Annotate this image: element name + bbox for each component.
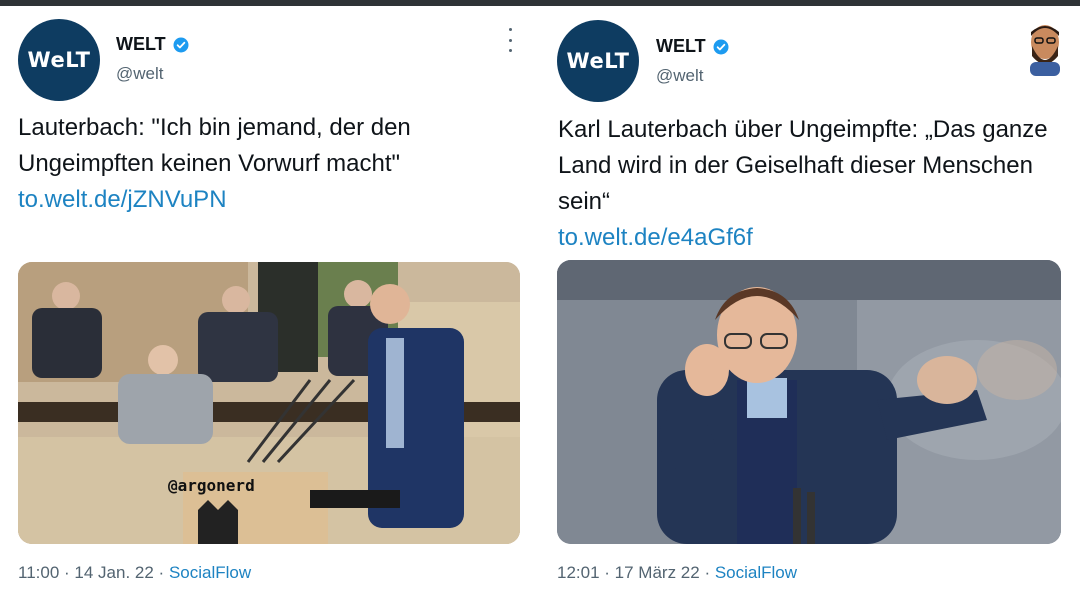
tweet-card[interactable]: WeLT WELT @welt Lauterbach: "Ich bin jem… <box>0 6 540 590</box>
tweet-link[interactable]: to.welt.de/jZNVuPN <box>18 182 523 218</box>
avatar-logo-text: WeLT <box>27 48 91 72</box>
author-handle[interactable]: @welt <box>116 64 164 84</box>
tweet-text: Karl Lauterbach über Ungeimpfte: „Das ga… <box>558 112 1063 256</box>
verified-badge-icon <box>173 37 189 52</box>
meta-separator: · <box>704 563 715 582</box>
user-avatar-icon[interactable] <box>1022 20 1068 76</box>
photo-gesturing-speaker <box>557 260 1061 544</box>
tweet-body: Karl Lauterbach über Ungeimpfte: „Das ga… <box>558 116 1048 215</box>
tweet-date[interactable]: 17 März 22 <box>615 563 700 582</box>
tweet-body: Lauterbach: "Ich bin jemand, der den Ung… <box>18 114 411 177</box>
author-name[interactable]: WELT <box>116 34 166 55</box>
tweet-text: Lauterbach: "Ich bin jemand, der den Ung… <box>18 110 523 218</box>
tweet-image[interactable] <box>557 260 1061 544</box>
tweet-link[interactable]: to.welt.de/e4aGf6f <box>558 220 1063 256</box>
tweet-source[interactable]: SocialFlow <box>169 563 251 582</box>
tweet-meta: 12:01 · 17 März 22 · SocialFlow <box>557 563 797 583</box>
author-handle[interactable]: @welt <box>656 66 704 86</box>
tweet-meta: 11:00 · 14 Jan. 22 · SocialFlow <box>18 563 251 583</box>
image-watermark: @argonerd <box>168 476 255 495</box>
tweet-source[interactable]: SocialFlow <box>715 563 797 582</box>
tweet-card[interactable]: WeLT WELT @welt Karl Lauterbach über Ung… <box>540 6 1080 590</box>
verified-badge-icon <box>713 39 729 54</box>
meta-separator: · <box>604 563 615 582</box>
author-name[interactable]: WELT <box>656 36 706 57</box>
tweet-time[interactable]: 12:01 <box>557 563 600 582</box>
meta-separator: · <box>158 563 169 582</box>
meta-separator: · <box>64 563 75 582</box>
photo-parliament-speaker <box>18 262 520 544</box>
welt-avatar[interactable]: WeLT <box>557 20 639 102</box>
welt-avatar[interactable]: WeLT <box>18 19 100 101</box>
author-row: WELT <box>116 34 190 55</box>
tweet-date[interactable]: 14 Jan. 22 <box>74 563 153 582</box>
author-row: WELT <box>656 36 730 57</box>
more-options-icon[interactable] <box>500 28 520 52</box>
tweet-image[interactable]: @argonerd <box>18 262 520 544</box>
avatar-logo-text: WeLT <box>566 49 630 73</box>
tweet-time[interactable]: 11:00 <box>18 563 59 582</box>
